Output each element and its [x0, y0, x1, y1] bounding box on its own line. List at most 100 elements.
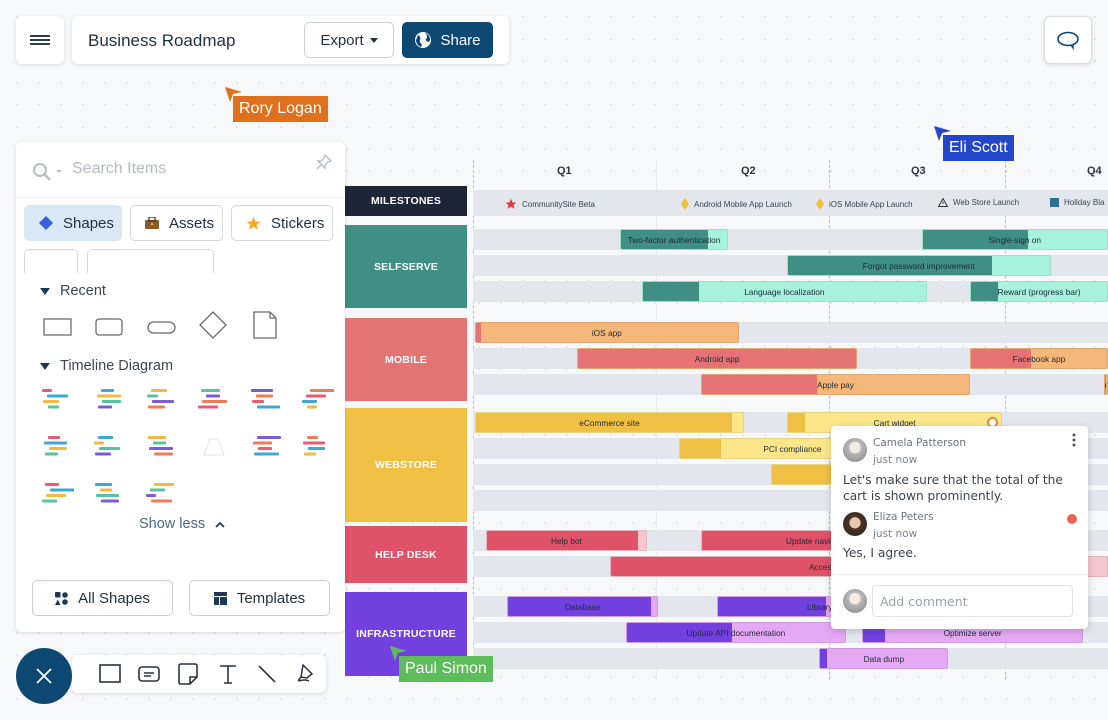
- timeline-template-thumb[interactable]: [248, 433, 282, 459]
- roadmap-bar[interactable]: Reward (progress bar): [969, 281, 1108, 302]
- main-menu-button[interactable]: [16, 16, 64, 64]
- all-shapes-button[interactable]: All Shapes: [32, 580, 173, 616]
- rectangle-icon: [98, 664, 121, 683]
- pin-icon[interactable]: [315, 153, 333, 171]
- bar-label: Data dump: [863, 653, 905, 664]
- cursor-label-paul: Paul Simon: [399, 656, 493, 682]
- section-recent[interactable]: Recent: [40, 283, 106, 299]
- add-comment-input[interactable]: [872, 585, 1073, 617]
- shape-terminator[interactable]: [147, 316, 177, 336]
- timeline-template-thumb[interactable]: [144, 480, 178, 506]
- shape-rounded-rectangle[interactable]: [95, 316, 125, 336]
- milestone[interactable]: CommunitySite Beta: [505, 198, 595, 210]
- quarter-label: Q3: [911, 165, 926, 177]
- timeline-template-thumb[interactable]: [300, 433, 334, 459]
- shape-rectangle[interactable]: [43, 316, 73, 336]
- timeline-template-thumb[interactable]: [144, 386, 178, 412]
- roadmap-bar[interactable]: Apple pay: [700, 374, 970, 395]
- timeline-template-thumb[interactable]: [40, 433, 74, 459]
- roadmap-bar[interactable]: Two-factor authentication: [620, 229, 728, 250]
- search-icon[interactable]: [32, 162, 64, 184]
- comment-thread-popup: Camela Patterson just now Let's make sur…: [831, 426, 1088, 629]
- milestone[interactable]: Web Store Launch: [938, 198, 1019, 207]
- quarter-label: Q4: [1087, 165, 1102, 177]
- roadmap-bar[interactable]: Database: [507, 596, 658, 617]
- hamburger-icon: [30, 33, 50, 47]
- tab-assets[interactable]: Assets: [130, 205, 223, 241]
- milestone[interactable]: iOS Mobile App Launch: [816, 198, 913, 210]
- comments-button[interactable]: [1044, 16, 1092, 64]
- diamond-milestone-icon: [681, 198, 689, 210]
- bar-label: eCommerce site: [579, 417, 640, 428]
- roadmap-bar[interactable]: Android app: [577, 348, 857, 369]
- globe-icon: [415, 32, 432, 48]
- tab-shapes[interactable]: Shapes: [24, 205, 122, 241]
- card-tool[interactable]: [129, 659, 168, 689]
- roadmap-bar[interactable]: Facebook app: [969, 348, 1108, 369]
- diamond-icon: [39, 216, 53, 230]
- close-toolbar-button[interactable]: [16, 648, 72, 704]
- show-less-button[interactable]: Show less: [139, 516, 225, 532]
- roadmap-bar[interactable]: eCommerce site: [475, 412, 744, 433]
- templates-button[interactable]: Templates: [189, 580, 330, 616]
- timeline-template-thumb[interactable]: [92, 433, 126, 459]
- timeline-template-thumb[interactable]: [196, 433, 230, 459]
- roadmap-bar[interactable]: iOS app: [475, 322, 739, 343]
- roadmap-bar[interactable]: Help bot: [485, 530, 648, 551]
- roadmap-bar[interactable]: Update API documentation: [625, 622, 847, 643]
- all-shapes-label: All Shapes: [78, 589, 150, 607]
- quarter-label: Q1: [557, 165, 572, 177]
- timeline-template-thumb[interactable]: [40, 480, 74, 506]
- bar-label: iOS app: [591, 327, 622, 338]
- shape-document[interactable]: [252, 310, 278, 340]
- sticky-note-tool[interactable]: [169, 659, 208, 689]
- more-vertical-icon[interactable]: [1071, 432, 1077, 448]
- tab-stickers[interactable]: Stickers: [231, 205, 333, 241]
- export-button[interactable]: Export: [304, 22, 394, 58]
- timeline-template-thumb[interactable]: [196, 386, 230, 412]
- templates-label: Templates: [236, 589, 306, 607]
- line-tool[interactable]: [247, 659, 286, 689]
- roadmap-bar[interactable]: Language localization: [641, 281, 927, 302]
- section-timeline-label: Timeline Diagram: [60, 358, 174, 374]
- close-icon: [36, 668, 52, 684]
- timeline-template-thumb[interactable]: [144, 433, 178, 459]
- milestones-label: MILESTONES: [345, 186, 467, 216]
- roadmap-bar[interactable]: Push notification: [1104, 374, 1108, 395]
- tab-hidden-1[interactable]: [24, 249, 78, 273]
- roadmap-bar[interactable]: Forgot password improvement: [787, 255, 1051, 276]
- roadmap-bar[interactable]: Single-sign on: [921, 229, 1108, 250]
- bar-label: Android app: [694, 353, 740, 364]
- pen-tool[interactable]: [287, 659, 326, 689]
- roadmap-bar[interactable]: Data dump: [819, 648, 949, 669]
- text-tool[interactable]: [208, 659, 247, 689]
- tab-hidden-2[interactable]: [87, 249, 214, 273]
- bar-label: Push notification: [1105, 375, 1107, 394]
- card-icon: [138, 666, 160, 682]
- collapse-triangle-icon: [40, 362, 50, 370]
- milestone[interactable]: Holiday Bla: [1050, 198, 1104, 207]
- search-input[interactable]: [72, 160, 292, 178]
- rectangle-tool[interactable]: [90, 659, 129, 689]
- chevron-up-icon: [215, 521, 225, 528]
- timeline-template-thumb[interactable]: [300, 386, 334, 412]
- comment-author: Camela Patterson: [873, 437, 966, 449]
- lane-track: [473, 648, 1108, 669]
- section-timeline-diagram[interactable]: Timeline Diagram: [40, 358, 173, 374]
- timeline-template-thumb[interactable]: [92, 480, 126, 506]
- milestones-track: CommunitySite Beta Android Mobile App Lau…: [473, 190, 1108, 216]
- timeline-template-thumb[interactable]: [92, 386, 126, 412]
- timeline-template-thumb[interactable]: [40, 386, 74, 412]
- shape-diamond[interactable]: [198, 310, 228, 340]
- sticky-note-icon: [178, 663, 199, 685]
- milestone[interactable]: Android Mobile App Launch: [681, 198, 792, 210]
- section-recent-label: Recent: [60, 283, 106, 299]
- milestone-label: Holiday Bla: [1064, 198, 1105, 207]
- document-title[interactable]: Business Roadmap: [88, 31, 235, 51]
- share-button[interactable]: Share: [402, 22, 493, 58]
- title-bar: Business Roadmap Export Share: [72, 16, 509, 64]
- timeline-template-thumb[interactable]: [248, 386, 282, 412]
- warning-icon: [938, 198, 948, 207]
- bar-label: Facebook app: [1012, 353, 1066, 364]
- show-less-label: Show less: [139, 516, 206, 532]
